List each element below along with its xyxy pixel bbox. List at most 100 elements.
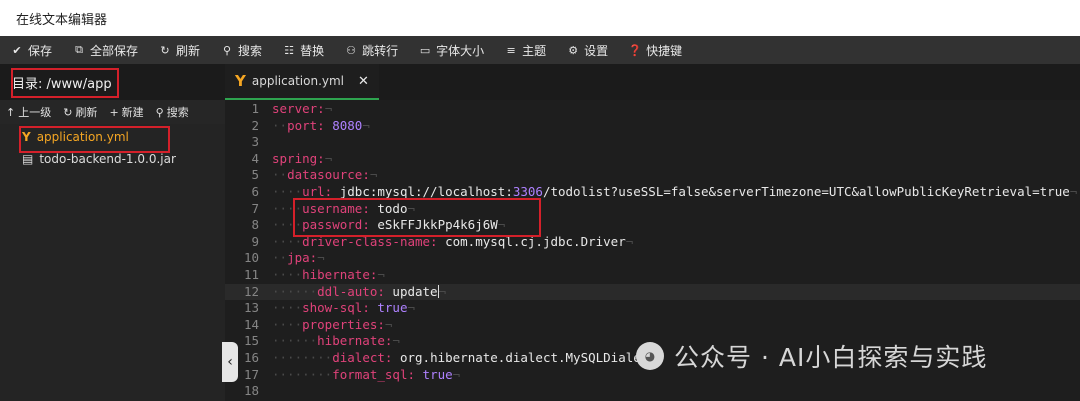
- window-title: 在线文本编辑器: [16, 13, 108, 28]
- indent-guide: ········: [272, 366, 333, 382]
- eol-marker: ¬: [1069, 184, 1078, 199]
- toolbar-button-8[interactable]: ⚙ 设置: [556, 36, 618, 64]
- indent-guide: ····: [272, 267, 303, 282]
- code-line: 1 server:¬: [225, 101, 1080, 118]
- toolbar-button-4[interactable]: ☷ 替换: [272, 36, 334, 64]
- toolbar-button-label: 保存: [28, 43, 53, 58]
- toolbar-button-5[interactable]: ⚇ 跳转行: [334, 36, 408, 64]
- code-line: 12 ······ddl-auto: update¬: [225, 283, 1080, 301]
- toolbar-button-label: 搜索: [238, 43, 263, 58]
- yaml-key: datasource:: [287, 167, 370, 183]
- toolbar-button-label: 替换: [300, 43, 325, 58]
- toolbar-button-9[interactable]: ❓ 快捷键: [618, 36, 692, 64]
- file-item[interactable]: ▤ todo-backend-1.0.0.jar: [22, 152, 176, 166]
- file-name: todo-backend-1.0.0.jar: [39, 152, 176, 166]
- line-number: 5: [251, 167, 259, 183]
- close-icon[interactable]: ✕: [358, 74, 369, 89]
- eol-marker: ¬: [369, 167, 378, 183]
- line-content: ····hibernate:¬: [272, 267, 385, 284]
- space-marker: [392, 350, 400, 365]
- line-content: ····properties:¬: [272, 317, 392, 334]
- tab-label: application.yml: [251, 74, 345, 88]
- code-line: 11 ····hibernate:¬: [225, 267, 1080, 284]
- line-number: 14: [243, 316, 259, 332]
- line-content: ······hibernate:¬: [272, 333, 400, 350]
- yaml-value: jdbc:mysql://localhost:: [339, 184, 513, 199]
- sidebar-action-label: 上一级: [18, 106, 52, 119]
- sidebar-action-0[interactable]: ↑ 上一级: [0, 104, 57, 120]
- eol-marker: ¬: [362, 117, 370, 133]
- indent-guide: ······: [272, 333, 318, 349]
- line-number: 9: [251, 233, 259, 249]
- code-line: 5 ··datasource:¬: [225, 167, 1080, 184]
- plus-icon: +: [109, 105, 119, 119]
- indent-guide: ··: [272, 117, 288, 133]
- code-line: 4 spring:¬: [225, 151, 1080, 168]
- replace-icon: ☷: [284, 43, 294, 57]
- sidebar-action-3[interactable]: ⚲ 搜索: [150, 104, 195, 120]
- toolbar-button-6[interactable]: ▭ 字体大小: [408, 36, 494, 64]
- toolbar-button-3[interactable]: ⚲ 搜索: [210, 36, 272, 64]
- toolbar-button-1[interactable]: ⧉ 全部保存: [62, 36, 148, 64]
- copy-icon: ⧉: [75, 43, 83, 56]
- toolbar-button-label: 刷新: [176, 43, 201, 58]
- yaml-key: server:: [272, 101, 325, 116]
- code-line: 2 ··port: 8080¬: [225, 118, 1080, 135]
- yaml-value-port: 3306: [512, 184, 543, 199]
- yaml-value: true: [377, 300, 408, 316]
- code-line: 14 ····properties:¬: [225, 317, 1080, 334]
- highlight-box-directory: [11, 68, 119, 98]
- sidebar-action-2[interactable]: + 新建: [103, 104, 149, 120]
- eol-marker: ¬: [392, 333, 400, 349]
- line-content: spring:¬: [272, 151, 332, 168]
- sidebar-action-label: 刷新: [75, 106, 98, 119]
- indent-guide: ········: [272, 350, 333, 365]
- toolbar-button-0[interactable]: ✔ 保存: [0, 36, 62, 64]
- indent-guide: ··: [272, 250, 288, 266]
- indent-guide: ····: [272, 300, 303, 316]
- code-line: 10 ··jpa:¬: [225, 250, 1080, 267]
- tab-application-yml[interactable]: Y application.yml ✕: [225, 64, 379, 100]
- yaml-key: port:: [287, 117, 325, 133]
- code-line: 13 ····show-sql: true¬: [225, 300, 1080, 317]
- collapse-sidebar-button[interactable]: ‹: [222, 342, 238, 382]
- yaml-key: hibernate:: [302, 267, 378, 282]
- line-number: 18: [243, 383, 259, 399]
- eol-marker: ¬: [324, 101, 333, 116]
- highlight-box-credentials: [293, 198, 541, 237]
- line-number: 4: [251, 150, 259, 166]
- font-size-icon: ▭: [419, 43, 431, 57]
- toolbar-button-2[interactable]: ↻ 刷新: [148, 36, 210, 64]
- sidebar-action-label: 新建: [121, 106, 144, 119]
- sidebar-action-1[interactable]: ↻ 刷新: [57, 104, 103, 120]
- help-icon: ❓: [628, 43, 642, 57]
- yaml-key: jpa:: [287, 250, 318, 266]
- line-number: 10: [243, 250, 259, 266]
- line-number: 1: [251, 101, 259, 116]
- line-number: 6: [251, 184, 259, 199]
- sidebar-actions: ↑ 上一级 ↻ 刷新 + 新建 ⚲ 搜索: [0, 100, 225, 124]
- indent-guide: ······: [272, 283, 318, 299]
- toolbar-button-label: 快捷键: [646, 43, 683, 58]
- line-number: 13: [243, 300, 259, 316]
- line-number: 2: [251, 117, 259, 133]
- code-line: 18: [225, 383, 1080, 400]
- title-bar: 在线文本编辑器: [0, 0, 1080, 36]
- toolbar-button-7[interactable]: ≡ 主题: [494, 36, 556, 64]
- eol-marker: ¬: [438, 283, 447, 299]
- line-content: ··port: 8080¬: [272, 118, 370, 135]
- file-sidebar: 目录: /www/app ↑ 上一级 ↻ 刷新 + 新建 ⚲ 搜索 Yapplication.…: [0, 64, 225, 401]
- editor-tabs: Y application.yml ✕: [225, 64, 1080, 100]
- space-marker: [415, 367, 423, 382]
- file-icon: ▤: [22, 152, 34, 166]
- indent-guide: ··: [272, 167, 288, 183]
- eol-marker: ¬: [452, 366, 461, 382]
- refresh-icon: ↻: [160, 43, 170, 57]
- line-content: ··datasource:¬: [272, 167, 377, 184]
- yaml-key: url:: [302, 184, 333, 199]
- yaml-key: properties:: [302, 316, 385, 332]
- line-content: server:¬: [272, 101, 332, 118]
- highlight-box-file: [19, 126, 170, 153]
- eol-marker: ¬: [625, 233, 634, 249]
- watermark-text: 公众号 · AI小白探索与实践: [674, 343, 988, 372]
